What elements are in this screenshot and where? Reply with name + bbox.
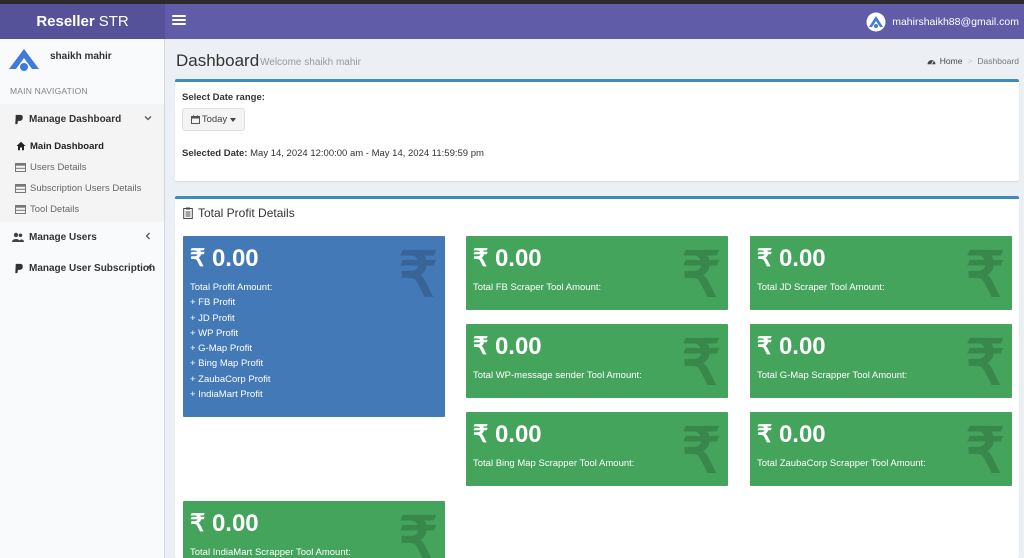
total-profit-line: + Bing Map Profit bbox=[190, 358, 264, 370]
sidebar-item-label: Manage User Subscription bbox=[29, 262, 156, 274]
total-profit-line: Total Profit Amount: bbox=[190, 282, 273, 293]
profit-details-title-text: Total Profit Details bbox=[198, 206, 295, 220]
total-profit-amount: ₹ 0.00 bbox=[190, 245, 259, 272]
selected-date: Selected Date: May 14, 2024 12:00:00 am … bbox=[182, 148, 484, 159]
card-label: Total JD Scraper Tool Amount: bbox=[757, 282, 885, 293]
sidebar-item-manage-dashboard[interactable]: Manage Dashboard bbox=[0, 106, 164, 132]
rupee-icon: ₹ bbox=[965, 329, 1005, 398]
sidebar-item-tool-details[interactable]: Tool Details bbox=[0, 199, 164, 219]
brand-logo[interactable]: Reseller STR bbox=[0, 4, 165, 39]
profit-details-box: Total Profit Details ₹ 0.00 ₹ Total Prof… bbox=[175, 196, 1019, 558]
card-label: Total G-Map Scrapper Tool Amount: bbox=[757, 370, 908, 381]
total-profit-line: + JD Profit bbox=[190, 312, 235, 324]
profit-details-title: Total Profit Details bbox=[183, 206, 295, 220]
rupee-icon: ₹ bbox=[681, 417, 721, 486]
card-label: Total Bing Map Scrapper Tool Amount: bbox=[473, 458, 635, 469]
top-header: Reseller STR mahirshaikh88@gmail.com bbox=[0, 4, 1024, 39]
nav-group-dashboard: Manage Dashboard Main Dashboard Users De… bbox=[0, 104, 164, 222]
selected-date-value: May 14, 2024 12:00:00 am - May 14, 2024 … bbox=[250, 148, 484, 159]
g-map-scrapper-card: ₹ 0.00 ₹ Total G-Map Scrapper Tool Amoun… bbox=[750, 324, 1012, 398]
table-icon bbox=[15, 162, 26, 173]
page-title: Dashboard bbox=[176, 51, 260, 70]
brand-light-text: STR bbox=[98, 13, 129, 30]
card-amount: ₹ 0.00 bbox=[473, 245, 542, 272]
total-profit-line: + G-Map Profit bbox=[190, 343, 253, 355]
table-icon bbox=[15, 204, 26, 215]
sidebar-item-label: Tool Details bbox=[30, 203, 80, 215]
total-profit-line: + WP Profit bbox=[190, 327, 239, 339]
rupee-icon: ₹ bbox=[398, 241, 438, 310]
user-menu[interactable]: mahirshaikh88@gmail.com bbox=[866, 4, 1019, 39]
rupee-icon: ₹ bbox=[965, 241, 1005, 310]
sidebar-item-label: Manage Dashboard bbox=[29, 113, 122, 125]
users-icon bbox=[12, 231, 24, 243]
paypal-icon bbox=[12, 113, 24, 125]
total-profit-line: + FB Profit bbox=[190, 297, 236, 309]
wp-message-sender-card: ₹ 0.00 ₹ Total WP-message sender Tool Am… bbox=[466, 324, 728, 398]
jd-scraper-card: ₹ 0.00 ₹ Total JD Scraper Tool Amount: bbox=[750, 236, 1012, 310]
user-email: mahirshaikh88@gmail.com bbox=[892, 15, 1019, 28]
breadcrumb-home-link[interactable]: Home bbox=[940, 56, 963, 66]
date-range-label: Select Date range: bbox=[182, 92, 265, 103]
card-amount: ₹ 0.00 bbox=[473, 421, 542, 448]
total-profit-line: + IndiaMart Profit bbox=[190, 389, 263, 401]
date-range-button[interactable]: Today bbox=[182, 108, 245, 131]
breadcrumb: Home > Dashboard bbox=[927, 56, 1019, 66]
nav-header: MAIN NAVIGATION bbox=[10, 86, 88, 96]
rupee-icon: ₹ bbox=[681, 241, 721, 310]
user-panel: shaikh mahir bbox=[8, 45, 158, 75]
card-label: Total IndiaMart Scrapper Tool Amount: bbox=[190, 547, 351, 558]
card-amount: ₹ 0.00 bbox=[757, 333, 826, 360]
zaubacorp-scrapper-card: ₹ 0.00 ₹ Total ZaubaCorp Scrapper Tool A… bbox=[750, 412, 1012, 486]
paypal-icon bbox=[12, 262, 24, 274]
sidebar-item-main-dashboard[interactable]: Main Dashboard bbox=[0, 136, 164, 156]
menu-toggle-icon[interactable] bbox=[172, 13, 186, 27]
sidebar-item-subscription-users-details[interactable]: Subscription Users Details bbox=[0, 178, 164, 198]
brand-bold-text: Reseller bbox=[36, 13, 95, 30]
chevron-left-icon bbox=[147, 263, 152, 271]
sidebar-item-label: Users Details bbox=[30, 161, 87, 173]
selected-date-label: Selected Date: bbox=[182, 148, 248, 159]
card-label: Total FB Scraper Tool Amount: bbox=[473, 282, 602, 293]
total-profit-line: + ZaubaCorp Profit bbox=[190, 373, 271, 385]
sidebar-item-label: Manage Users bbox=[29, 231, 97, 243]
dashboard-icon bbox=[927, 59, 936, 64]
card-amount: ₹ 0.00 bbox=[473, 333, 542, 360]
table-icon bbox=[15, 183, 26, 194]
sidebar-item-label: Main Dashboard bbox=[30, 140, 104, 152]
sidebar-item-manage-users[interactable]: Manage Users bbox=[0, 224, 164, 250]
fb-scraper-card: ₹ 0.00 ₹ Total FB Scraper Tool Amount: bbox=[466, 236, 728, 310]
date-range-box: Select Date range: Today Selected Date: … bbox=[175, 79, 1019, 181]
total-profit-card: ₹ 0.00 ₹ Total Profit Amount: + FB Profi… bbox=[183, 236, 445, 417]
clipboard-icon bbox=[183, 207, 193, 219]
bing-map-scrapper-card: ₹ 0.00 ₹ Total Bing Map Scrapper Tool Am… bbox=[466, 412, 728, 486]
sidebar-item-manage-user-subscription[interactable]: Manage User Subscription bbox=[0, 255, 164, 281]
date-range-button-label: Today bbox=[201, 114, 228, 125]
rupee-icon: ₹ bbox=[965, 417, 1005, 486]
indiamart-scrapper-card: ₹ 0.00 ₹ Total IndiaMart Scrapper Tool A… bbox=[183, 501, 445, 558]
card-label: Total ZaubaCorp Scrapper Tool Amount: bbox=[757, 458, 926, 469]
breadcrumb-separator: > bbox=[967, 56, 973, 66]
sidebar: shaikh mahir MAIN NAVIGATION Manage Dash… bbox=[0, 39, 165, 558]
card-label: Total WP-message sender Tool Amount: bbox=[473, 370, 642, 381]
chevron-left-icon bbox=[145, 232, 150, 240]
breadcrumb-current: Dashboard bbox=[977, 56, 1019, 66]
main-content: Dashboard Welcome shaikh mahir Home > Da… bbox=[165, 39, 1024, 558]
caret-down-icon bbox=[230, 117, 237, 122]
chevron-down-icon bbox=[144, 116, 152, 121]
card-amount: ₹ 0.00 bbox=[190, 510, 259, 537]
calendar-icon bbox=[190, 115, 200, 124]
sidebar-item-label: Subscription Users Details bbox=[30, 182, 142, 194]
card-amount: ₹ 0.00 bbox=[757, 245, 826, 272]
user-avatar-icon bbox=[866, 12, 886, 31]
user-logo-icon bbox=[9, 49, 39, 71]
rupee-icon: ₹ bbox=[681, 329, 721, 398]
home-icon bbox=[15, 141, 26, 152]
sidebar-item-users-details[interactable]: Users Details bbox=[0, 157, 164, 177]
total-profit-breakdown: Total Profit Amount: + FB Profit + JD Pr… bbox=[190, 280, 272, 402]
sidebar-user-name: shaikh mahir bbox=[50, 51, 112, 62]
rupee-icon: ₹ bbox=[398, 506, 438, 558]
page-subtitle: Welcome shaikh mahir bbox=[260, 57, 361, 68]
card-amount: ₹ 0.00 bbox=[757, 421, 826, 448]
